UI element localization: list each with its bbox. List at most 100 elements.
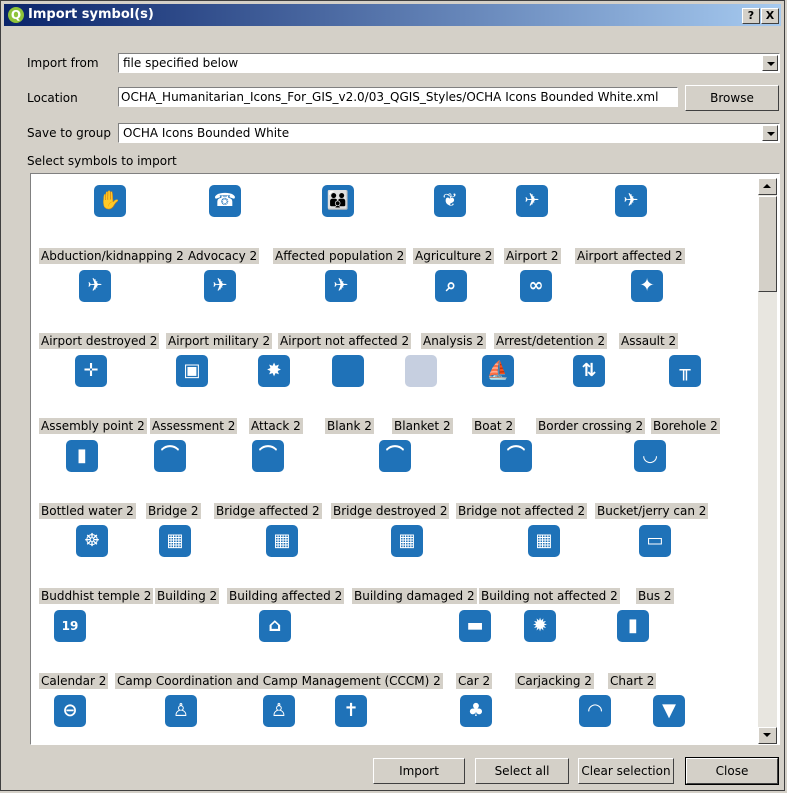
airport-icon: ✈ (516, 185, 548, 217)
scrollbar-thumb[interactable] (758, 196, 777, 292)
chart-icon: ▮ (617, 610, 649, 642)
communication-icon: ◠ (579, 695, 611, 727)
symbol-name: Advocacy 2 (186, 248, 260, 264)
symbol-name: Bucket/jerry can 2 (595, 503, 709, 519)
select-all-button[interactable]: Select all (475, 758, 569, 784)
help-button[interactable]: ? (742, 8, 760, 24)
symbol-name: Assembly point 2 (39, 418, 147, 434)
save-to-group-label: Save to group (27, 126, 111, 140)
clear-selection-button[interactable]: Clear selection (578, 758, 674, 784)
select-symbols-label: Select symbols to import (27, 154, 177, 168)
child-icon: ♙ (165, 695, 197, 727)
chevron-down-icon[interactable] (762, 55, 778, 71)
bottled-water-icon: ▮ (66, 440, 98, 472)
agriculture-icon: ❦ (434, 185, 466, 217)
analysis-icon: ⌕ (435, 270, 467, 302)
symbol-name: Airport affected 2 (575, 248, 685, 264)
symbol-name: Buddhist temple 2 (39, 588, 154, 604)
scroll-up-arrow-icon[interactable] (758, 178, 777, 195)
close-button[interactable]: Close (685, 757, 779, 785)
symbol-name: Affected population 2 (273, 248, 407, 264)
dialog-title: Import symbol(s) (28, 7, 154, 22)
border-crossing-icon: ⇅ (573, 355, 605, 387)
car-icon: ▬ (459, 610, 491, 642)
qgis-logo-icon: Q (8, 7, 24, 23)
symbol-name: Camp Coordination and Camp Management (C… (115, 673, 443, 689)
building-damaged-icon: ▦ (391, 525, 423, 557)
abduction-icon: ✋ (94, 185, 126, 217)
bus-icon: ▭ (639, 525, 671, 557)
airport-affected-icon: ✈ (615, 185, 647, 217)
symbol-name: Abduction/kidnapping 2 (39, 248, 186, 264)
arrest-icon: ∞ (520, 270, 552, 302)
symbol-name: Bridge destroyed 2 (331, 503, 450, 519)
symbol-name: Borehole 2 (651, 418, 720, 434)
save-to-group-select[interactable]: OCHA Icons Bounded White (118, 123, 780, 143)
import-button[interactable]: Import (373, 758, 465, 784)
symbol-name: Calendar 2 (39, 673, 109, 689)
symbol-name: Bridge not affected 2 (456, 503, 588, 519)
bridge-destroyed-icon: ⌒ (379, 440, 411, 472)
clothing-icon: ▼ (653, 695, 685, 727)
symbol-name: Bridge 2 (146, 503, 201, 519)
assessment-icon: ▣ (176, 355, 208, 387)
symbol-name: Analysis 2 (421, 333, 486, 349)
location-input[interactable]: OCHA_Humanitarian_Icons_For_GIS_v2.0/03_… (118, 87, 678, 107)
scroll-down-arrow-icon[interactable] (758, 727, 777, 744)
location-value: OCHA_Humanitarian_Icons_For_GIS_v2.0/03_… (121, 90, 659, 104)
bridge-affected-icon: ⌒ (252, 440, 284, 472)
browse-button[interactable]: Browse (685, 85, 779, 111)
symbol-name: Agriculture 2 (413, 248, 495, 264)
import-from-label: Import from (27, 56, 99, 70)
airport-destroyed-icon: ✈ (79, 270, 111, 302)
import-from-select[interactable]: file specified below (118, 53, 780, 73)
blank-icon (332, 355, 364, 387)
symbol-list[interactable]: ✋ Abduction/kidnapping 2 ☎ Advocacy 2 👪 Affec… (30, 173, 780, 745)
symbol-name: Assessment 2 (150, 418, 238, 434)
assembly-point-icon: ✛ (75, 355, 107, 387)
symbol-name: Border crossing 2 (536, 418, 646, 434)
chevron-down-icon[interactable] (762, 125, 778, 141)
attack-icon: ✸ (258, 355, 290, 387)
vertical-scrollbar[interactable] (758, 178, 777, 744)
advocacy-icon: ☎ (209, 185, 241, 217)
symbol-name: Bridge affected 2 (214, 503, 322, 519)
symbol-name: Blank 2 (325, 418, 374, 434)
calendar-icon: 19 (54, 610, 86, 642)
close-window-button[interactable]: X (761, 8, 779, 24)
building-affected-icon: ▦ (266, 525, 298, 557)
church-icon: ✝ (335, 695, 367, 727)
title-bar: Q Import symbol(s) ? X (4, 4, 781, 26)
symbol-name: Building 2 (155, 588, 220, 604)
import-symbols-dialog: Q Import symbol(s) ? X Import from file … (0, 0, 785, 791)
building-not-affected-icon: ▦ (528, 525, 560, 557)
no-entry-icon: ⊖ (54, 695, 86, 727)
carjacking-icon: ✹ (524, 610, 556, 642)
affected-population-icon: 👪 (322, 185, 354, 217)
blanket-icon (405, 355, 437, 387)
bridge-icon: ⌒ (154, 440, 186, 472)
symbol-name: Building affected 2 (227, 588, 345, 604)
symbol-name: Airport military 2 (166, 333, 273, 349)
cluster-icon: ♣ (460, 695, 492, 727)
symbol-name: Assault 2 (619, 333, 679, 349)
airport-military-icon: ✈ (204, 270, 236, 302)
symbol-name: Bus 2 (636, 588, 674, 604)
bucket-icon: ◡ (634, 440, 666, 472)
symbol-name: Attack 2 (249, 418, 303, 434)
location-label: Location (27, 91, 78, 105)
buddhist-temple-icon: ☸ (76, 525, 108, 557)
airport-not-affected-icon: ✈ (325, 270, 357, 302)
symbol-name: Building not affected 2 (479, 588, 620, 604)
borehole-icon: ╥ (669, 355, 701, 387)
symbol-name: Airport destroyed 2 (39, 333, 160, 349)
children-icon: ♙ (263, 695, 295, 727)
save-to-group-value: OCHA Icons Bounded White (123, 126, 290, 140)
symbol-name: Carjacking 2 (515, 673, 594, 689)
assault-icon: ✦ (631, 270, 663, 302)
bridge-not-affected-icon: ⌒ (500, 440, 532, 472)
symbol-name: Chart 2 (608, 673, 657, 689)
boat-icon: ⛵ (482, 355, 514, 387)
building-icon: ▦ (159, 525, 191, 557)
symbol-name: Building damaged 2 (352, 588, 477, 604)
